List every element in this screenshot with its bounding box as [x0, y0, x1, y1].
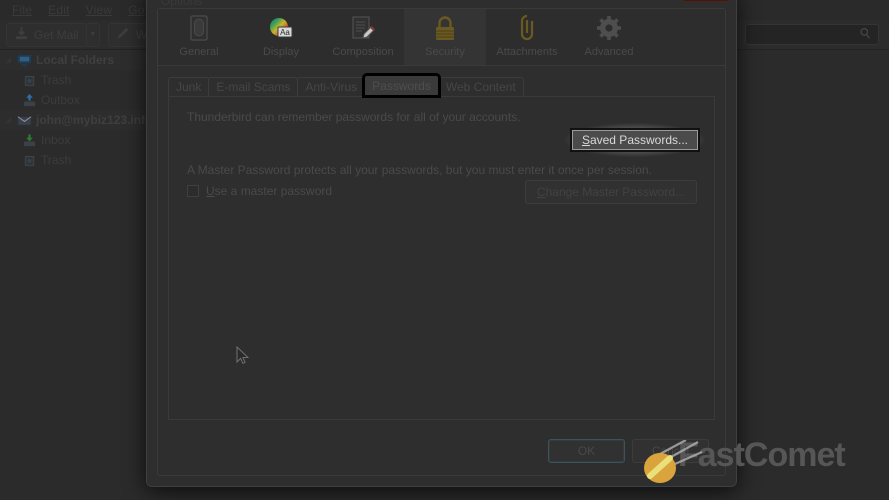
- menu-view[interactable]: View: [78, 1, 121, 19]
- ok-button[interactable]: OK: [548, 439, 625, 463]
- menu-file[interactable]: File: [4, 1, 40, 19]
- composition-pencil-icon: [348, 13, 378, 45]
- search-icon: [859, 27, 872, 43]
- pane-button-advanced[interactable]: Advanced: [568, 9, 650, 65]
- preference-pane-selector: General Aa Display Composition Security …: [158, 9, 725, 66]
- pane-button-attachments[interactable]: Attachments: [486, 9, 568, 65]
- dialog-title: Options: [161, 0, 203, 8]
- general-icon: [185, 13, 213, 45]
- pane-label: Advanced: [584, 46, 634, 58]
- master-password-description: A Master Password protects all your pass…: [187, 163, 652, 177]
- outbox-icon: [22, 93, 37, 108]
- tab-passwords[interactable]: Passwords: [362, 73, 441, 98]
- pane-button-general[interactable]: General: [158, 9, 240, 65]
- ok-label: OK: [577, 444, 596, 458]
- pane-label: Security: [425, 46, 465, 58]
- attachments-paperclip-icon: [515, 13, 539, 45]
- use-master-password-checkbox[interactable]: [187, 185, 199, 197]
- options-dialog: Options General Aa Display Composition S…: [146, 0, 737, 487]
- get-mail-label: Get Mail: [34, 27, 79, 42]
- use-master-password-row[interactable]: Use a master password: [187, 184, 332, 198]
- tab-label: E-mail Scams: [216, 80, 291, 94]
- pane-label: Attachments: [496, 46, 558, 58]
- folder-label: Local Folders: [36, 53, 115, 67]
- local-folders-icon: [17, 53, 32, 68]
- folder-label: Trash: [41, 73, 72, 87]
- pane-button-security[interactable]: Security: [404, 9, 486, 65]
- passwords-intro-text: Thunderbird can remember passwords for a…: [187, 110, 521, 124]
- close-icon[interactable]: [682, 0, 730, 2]
- search-input[interactable]: [745, 24, 879, 45]
- pane-button-composition[interactable]: Composition: [322, 9, 404, 65]
- pencil-icon: [116, 26, 131, 44]
- tab-label: Passwords: [372, 79, 431, 93]
- pane-label: General: [179, 46, 219, 58]
- change-master-password-button[interactable]: Change Master Password...: [524, 180, 697, 204]
- trash-icon: [22, 73, 37, 88]
- menu-view-label: View: [85, 3, 113, 17]
- security-lock-icon: [431, 13, 459, 45]
- get-mail-button[interactable]: Get Mail: [6, 22, 87, 47]
- advanced-gear-icon: [594, 13, 624, 45]
- collapse-twisty-icon[interactable]: ◢: [4, 56, 13, 65]
- cancel-label: Cancel: [651, 444, 690, 458]
- saved-passwords-button[interactable]: Saved Passwords...: [569, 128, 700, 152]
- pane-label: Composition: [332, 46, 394, 58]
- folder-label: john@mybiz123.info: [36, 113, 153, 127]
- mouse-pointer-icon: [236, 345, 250, 369]
- menu-file-label: File: [12, 3, 33, 17]
- dialog-button-row: OK Cancel: [548, 439, 709, 463]
- folder-label: Trash: [41, 153, 72, 167]
- chevron-down-icon: ▼: [89, 31, 97, 38]
- tab-label: Web Content: [445, 80, 516, 94]
- menu-go-label: Go: [128, 3, 145, 17]
- pane-button-display[interactable]: Aa Display: [240, 9, 322, 65]
- tab-label: Anti-Virus: [305, 80, 358, 94]
- tab-anti-virus[interactable]: Anti-Virus: [297, 77, 366, 96]
- pane-label: Display: [262, 46, 300, 58]
- tab-junk[interactable]: Junk: [168, 77, 210, 96]
- menu-edit[interactable]: Edit: [40, 1, 77, 19]
- collapse-twisty-icon[interactable]: ◢: [4, 116, 13, 125]
- cancel-button[interactable]: Cancel: [632, 439, 709, 463]
- svg-text:Aa: Aa: [280, 28, 290, 37]
- folder-label: Outbox: [41, 93, 80, 107]
- account-mail-icon: [17, 113, 32, 128]
- inbox-icon: [22, 133, 37, 148]
- trash-icon: [22, 153, 37, 168]
- folder-label: Inbox: [41, 133, 71, 147]
- security-tabstrip: Junk E-mail Scams Anti-Virus Passwords W…: [168, 73, 715, 98]
- saved-passwords-highlight: Saved Passwords...: [564, 123, 705, 157]
- tab-label: Junk: [176, 80, 202, 94]
- saved-passwords-label-rest: aved Passwords...: [589, 133, 688, 147]
- download-mail-icon: [14, 26, 29, 44]
- menu-edit-label: Edit: [48, 3, 70, 17]
- dialog-body: General Aa Display Composition Security …: [157, 8, 726, 476]
- passwords-tab-panel: Thunderbird can remember passwords for a…: [168, 96, 715, 420]
- get-mail-dropdown[interactable]: ▼: [86, 22, 100, 47]
- tab-email-scams[interactable]: E-mail Scams: [208, 77, 299, 96]
- use-master-password-label: Use a master password: [206, 184, 333, 198]
- display-palette-icon: Aa: [266, 13, 296, 45]
- tab-web-content[interactable]: Web Content: [437, 77, 524, 96]
